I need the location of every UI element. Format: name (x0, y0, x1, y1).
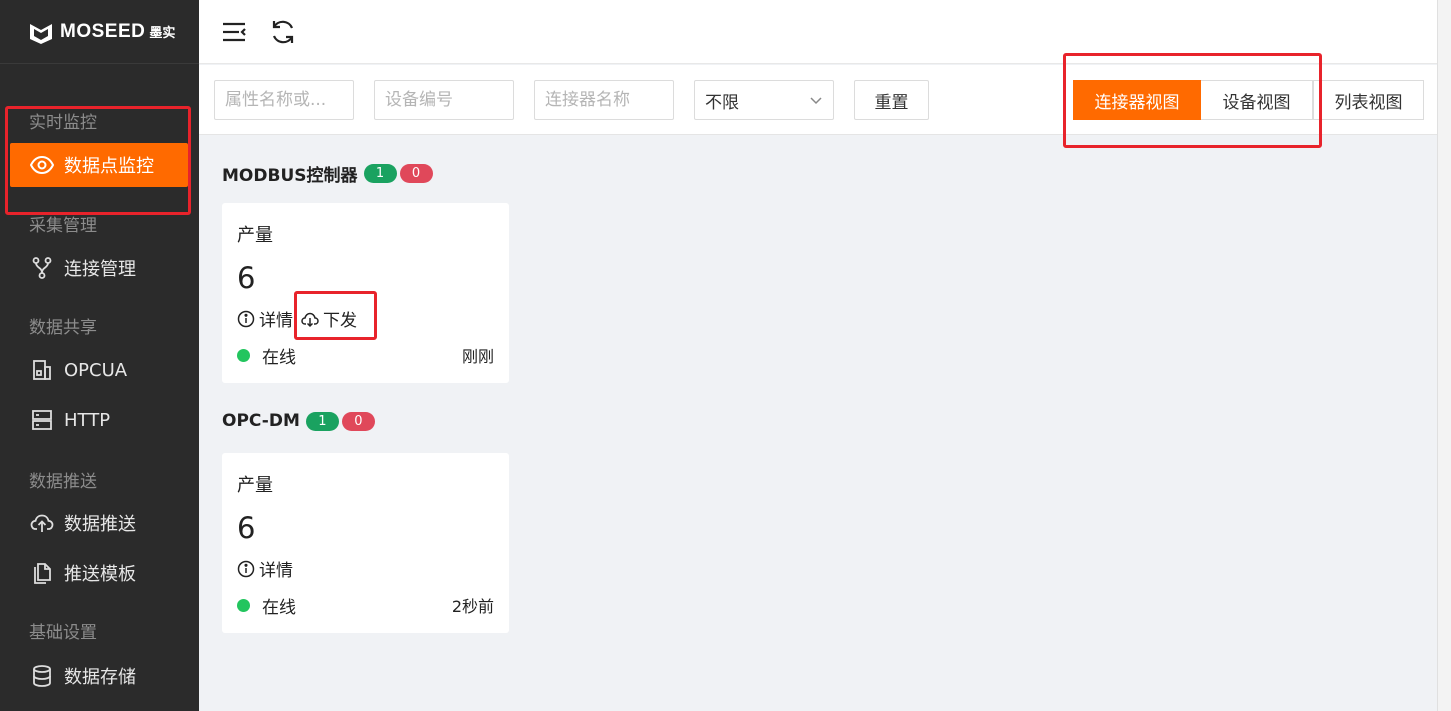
issue-link[interactable]: 下发 (301, 306, 357, 331)
status-text: 在线 (262, 598, 296, 618)
datapoint-value: 6 (237, 511, 256, 545)
datapoint-card-modbus: 产量 6 详情 下发 在线 刚刚 (222, 203, 509, 383)
update-time: 刚刚 (461, 347, 494, 366)
sidebar-item-label: 数据点监控 (64, 156, 154, 177)
vertical-scrollbar[interactable] (1437, 0, 1451, 711)
section-title-opcdm: OPC-DM 1 0 (222, 411, 375, 431)
filter-bar: 不限 重置 连接器视图 设备视图 列表视图 (199, 65, 1437, 135)
brand[interactable]: MOSEED 墨实 (0, 0, 199, 64)
online-count-badge: 1 (305, 411, 339, 431)
sidebar-item-label: OPCUA (64, 359, 128, 381)
sidebar-item-push-template[interactable]: 推送模板 (10, 551, 188, 595)
detail-label: 详情 (259, 311, 293, 331)
detail-label: 详情 (259, 561, 293, 581)
refresh-button[interactable] (267, 16, 299, 48)
nav-group-sharing: 数据共享 (29, 318, 97, 338)
section-title-text: MODBUS控制器 (222, 166, 358, 186)
copy-icon (30, 561, 54, 585)
online-status: 在线 (237, 593, 296, 618)
sidebar-item-label: 数据推送 (64, 514, 136, 535)
reset-button[interactable]: 重置 (854, 80, 929, 120)
offline-count-badge: 0 (399, 164, 433, 183)
datapoint-label: 产量 (237, 475, 273, 496)
sidebar-item-opcua[interactable]: OPCUA (10, 348, 188, 392)
connector-view-button[interactable]: 连接器视图 (1073, 80, 1201, 120)
brand-cn: 墨实 (149, 26, 176, 41)
datapoint-label: 产量 (237, 225, 273, 246)
sidebar-item-label: 数据存储 (64, 667, 136, 688)
list-view-button[interactable]: 列表视图 (1313, 80, 1424, 120)
sidebar-item-label: HTTP (64, 409, 111, 431)
attribute-name-input[interactable] (214, 80, 354, 120)
top-header (199, 0, 1437, 64)
view-switcher: 连接器视图 设备视图 (1073, 80, 1313, 120)
online-status: 在线 (237, 343, 296, 368)
moseed-logo-icon (30, 23, 52, 44)
eye-icon (30, 153, 54, 177)
nav-group-basic: 基础设置 (29, 623, 97, 643)
card-actions: 详情 (237, 556, 303, 581)
device-number-input[interactable] (374, 80, 514, 120)
cloud-upload-icon (30, 511, 54, 535)
sidebar-item-http[interactable]: HTTP (10, 398, 188, 442)
issue-label: 下发 (323, 311, 357, 331)
sidebar-item-data-storage[interactable]: 数据存储 (10, 654, 188, 698)
sidebar-item-datapoint-monitor[interactable]: 数据点监控 (10, 143, 188, 187)
status-select[interactable]: 不限 (694, 80, 834, 120)
nav-group-realtime: 实时监控 (29, 113, 97, 133)
building-icon (30, 358, 54, 382)
info-circle-icon (237, 560, 255, 577)
detail-link[interactable]: 详情 (237, 556, 293, 581)
section-title-text: OPC-DM (222, 411, 300, 431)
online-dot-icon (237, 349, 250, 362)
menu-fold-icon (223, 22, 246, 42)
datapoint-value: 6 (237, 261, 256, 295)
branch-icon (30, 256, 54, 280)
refresh-icon (272, 20, 294, 44)
cloud-download-icon (301, 312, 319, 327)
menu-fold-button[interactable] (218, 16, 250, 48)
online-dot-icon (237, 599, 250, 612)
card-actions: 详情 下发 (237, 306, 367, 331)
detail-link[interactable]: 详情 (237, 306, 293, 331)
sidebar-item-label: 连接管理 (64, 259, 136, 280)
sidebar-item-label: 推送模板 (64, 564, 136, 585)
chevron-down-icon (810, 97, 822, 105)
datapoint-card-opcdm: 产量 6 详情 在线 2秒前 (222, 453, 509, 633)
sidebar-item-data-push[interactable]: 数据推送 (10, 501, 188, 545)
update-time: 2秒前 (451, 597, 494, 616)
nav-group-push: 数据推送 (29, 472, 97, 492)
status-select-value: 不限 (705, 92, 739, 113)
device-view-button[interactable]: 设备视图 (1201, 80, 1313, 120)
brand-name: MOSEED (60, 20, 146, 42)
status-text: 在线 (262, 348, 296, 368)
connector-name-input[interactable] (534, 80, 674, 120)
sidebar: MOSEED 墨实 实时监控 数据点监控 采集管理 连接管理 数据共享 OPCU… (0, 0, 199, 711)
database-icon (30, 664, 54, 688)
section-title-modbus: MODBUS控制器 1 0 (222, 161, 433, 186)
server-icon (30, 408, 54, 432)
sidebar-item-connection[interactable]: 连接管理 (10, 246, 188, 290)
online-count-badge: 1 (363, 164, 397, 183)
nav-group-collection: 采集管理 (29, 216, 97, 236)
info-circle-icon (237, 310, 255, 327)
offline-count-badge: 0 (341, 411, 375, 431)
